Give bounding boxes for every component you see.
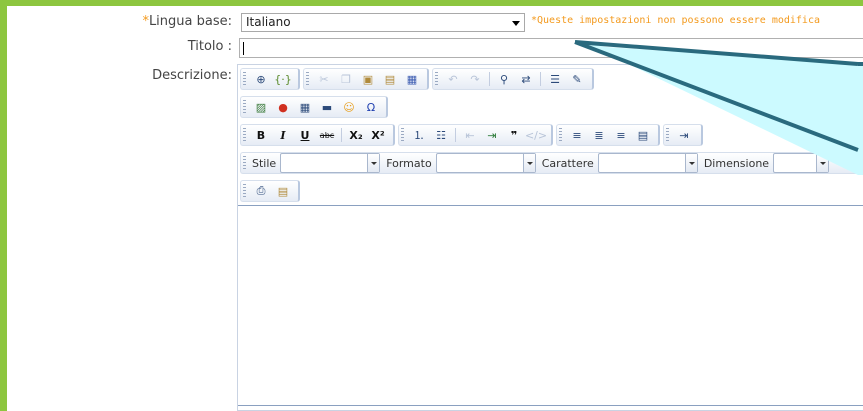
toolbar-group-align: ≡ ≣ ≡ ▤ bbox=[556, 124, 660, 146]
toolbar-grip[interactable] bbox=[243, 72, 246, 86]
div-container-icon[interactable]: </> bbox=[525, 126, 547, 144]
templates-icon[interactable]: ▤ bbox=[274, 182, 292, 200]
bold-button[interactable]: B bbox=[252, 126, 270, 144]
indent-icon[interactable]: ⇥ bbox=[483, 126, 501, 144]
stile-label: Stile bbox=[252, 156, 277, 170]
toolbar-separator bbox=[455, 128, 456, 142]
lingua-label: *Lingua base: bbox=[142, 14, 232, 29]
frame-left-border bbox=[0, 0, 7, 411]
toolbar-row-4: Stile Formato Carattere Dimensione bbox=[240, 151, 863, 175]
undo-icon[interactable]: ↶ bbox=[444, 70, 462, 88]
toolbar-group-bidi: ⇥ bbox=[663, 124, 703, 146]
redo-icon[interactable]: ↷ bbox=[466, 70, 484, 88]
toolbar-grip[interactable] bbox=[401, 128, 404, 142]
lingua-select[interactable]: Italiano bbox=[241, 13, 525, 32]
toolbar-group-tools: ⎙ ▤ bbox=[240, 180, 300, 202]
smiley-icon[interactable]: ☺ bbox=[340, 98, 358, 116]
special-char-icon[interactable]: Ω bbox=[362, 98, 380, 116]
frame-top-border bbox=[0, 0, 863, 6]
chevron-down-icon[interactable] bbox=[816, 154, 829, 172]
find-icon[interactable]: ⚲ bbox=[495, 70, 513, 88]
toolbar-row-5: ⎙ ▤ bbox=[240, 179, 303, 203]
descrizione-label: Descrizione: bbox=[152, 68, 232, 83]
italic-button[interactable]: I bbox=[274, 126, 292, 144]
stile-combo[interactable] bbox=[280, 153, 381, 173]
toolbar-grip[interactable] bbox=[666, 128, 669, 142]
rich-text-editor: ⊕ {·} ✂ ❐ ▣ ▤ ▦ ↶ ↷ ⚲ ⇄ ☰ ✎ ▨ ● ▦ ▬ ☺ Ω … bbox=[237, 64, 863, 411]
outdent-icon[interactable]: ⇤ bbox=[461, 126, 479, 144]
paste-word-icon[interactable]: ▦ bbox=[403, 70, 421, 88]
lingua-select-value: Italiano bbox=[246, 15, 291, 29]
formato-label: Formato bbox=[386, 156, 432, 170]
toolbar-row-2: ▨ ● ▦ ▬ ☺ Ω bbox=[240, 95, 391, 119]
editor-content-area[interactable] bbox=[238, 205, 863, 406]
toolbar-grip[interactable] bbox=[243, 156, 246, 170]
toolbar-group-clipboard: ✂ ❐ ▣ ▤ ▦ bbox=[303, 68, 429, 90]
toolbar-grip[interactable] bbox=[243, 128, 246, 142]
toolbar-grip[interactable] bbox=[559, 128, 562, 142]
chevron-down-icon[interactable] bbox=[367, 154, 380, 172]
underline-button[interactable]: U bbox=[296, 126, 314, 144]
toolbar-separator bbox=[540, 72, 541, 86]
copy-icon[interactable]: ❐ bbox=[337, 70, 355, 88]
toolbar-group-paragraph: ⒈ ☷ ⇤ ⇥ ❞ </> bbox=[398, 124, 553, 146]
strike-button[interactable]: abc bbox=[318, 126, 336, 144]
toolbar-grip[interactable] bbox=[306, 72, 309, 86]
text-direction-icon[interactable]: ⇥ bbox=[675, 126, 693, 144]
align-justify-icon[interactable]: ▤ bbox=[634, 126, 652, 144]
dimensione-label: Dimensione bbox=[703, 156, 770, 170]
toolbar-separator bbox=[489, 72, 490, 86]
replace-icon[interactable]: ⇄ bbox=[517, 70, 535, 88]
toolbar-group-insert: ▨ ● ▦ ▬ ☺ Ω bbox=[240, 96, 388, 118]
toolbar-grip[interactable] bbox=[435, 72, 438, 86]
align-left-icon[interactable]: ≡ bbox=[568, 126, 586, 144]
image-icon[interactable]: ▨ bbox=[252, 98, 270, 116]
carattere-label: Carattere bbox=[541, 156, 594, 170]
text-caret bbox=[243, 42, 244, 55]
paste-text-icon[interactable]: ▤ bbox=[381, 70, 399, 88]
formato-combo[interactable] bbox=[435, 153, 536, 173]
carattere-combo[interactable] bbox=[597, 153, 698, 173]
editor-toolbar: ⊕ {·} ✂ ❐ ▣ ▤ ▦ ↶ ↷ ⚲ ⇄ ☰ ✎ ▨ ● ▦ ▬ ☺ Ω … bbox=[238, 65, 863, 205]
chevron-down-icon[interactable] bbox=[512, 21, 520, 26]
toolbar-row-3: B I U abc X₂ X² ⒈ ☷ ⇤ ⇥ ❞ </> ≡ ≣ ≡ ▤ ⇥ bbox=[240, 123, 706, 147]
toolbar-row-1: ⊕ {·} ✂ ❐ ▣ ▤ ▦ ↶ ↷ ⚲ ⇄ ☰ ✎ bbox=[240, 67, 597, 91]
align-right-icon[interactable]: ≡ bbox=[612, 126, 630, 144]
horizontal-rule-icon[interactable]: ▬ bbox=[318, 98, 336, 116]
titolo-input[interactable] bbox=[239, 38, 863, 58]
select-all-icon[interactable]: ☰ bbox=[546, 70, 564, 88]
flash-icon[interactable]: ● bbox=[274, 98, 292, 116]
superscript-button[interactable]: X² bbox=[369, 126, 387, 144]
toolbar-group-document: ⊕ {·} bbox=[240, 68, 300, 90]
template-icon[interactable]: {·} bbox=[274, 70, 292, 88]
blockquote-button[interactable]: ❞ bbox=[505, 126, 523, 144]
table-icon[interactable]: ▦ bbox=[296, 98, 314, 116]
remove-format-icon[interactable]: ✎ bbox=[568, 70, 586, 88]
subscript-button[interactable]: X₂ bbox=[347, 126, 365, 144]
toolbar-grip[interactable] bbox=[243, 100, 246, 114]
numbered-list-icon[interactable]: ⒈ bbox=[410, 126, 428, 144]
chevron-down-icon[interactable] bbox=[684, 154, 697, 172]
settings-warning: *Queste impostazioni non possono essere … bbox=[531, 15, 820, 26]
toolbar-separator bbox=[341, 128, 342, 142]
source-icon[interactable]: ⊕ bbox=[252, 70, 270, 88]
titolo-label: Titolo : bbox=[187, 39, 232, 54]
align-center-icon[interactable]: ≣ bbox=[590, 126, 608, 144]
bulleted-list-icon[interactable]: ☷ bbox=[432, 126, 450, 144]
toolbar-group-edit: ↶ ↷ ⚲ ⇄ ☰ ✎ bbox=[432, 68, 594, 90]
cut-icon[interactable]: ✂ bbox=[315, 70, 333, 88]
toolbar-grip[interactable] bbox=[243, 184, 246, 198]
preview-icon[interactable]: ⎙ bbox=[252, 182, 270, 200]
dimensione-combo[interactable] bbox=[773, 153, 830, 173]
toolbar-group-styles: Stile Formato Carattere Dimensione bbox=[240, 152, 863, 174]
chevron-down-icon[interactable] bbox=[522, 154, 535, 172]
paste-icon[interactable]: ▣ bbox=[359, 70, 377, 88]
toolbar-group-basic-styles: B I U abc X₂ X² bbox=[240, 124, 395, 146]
